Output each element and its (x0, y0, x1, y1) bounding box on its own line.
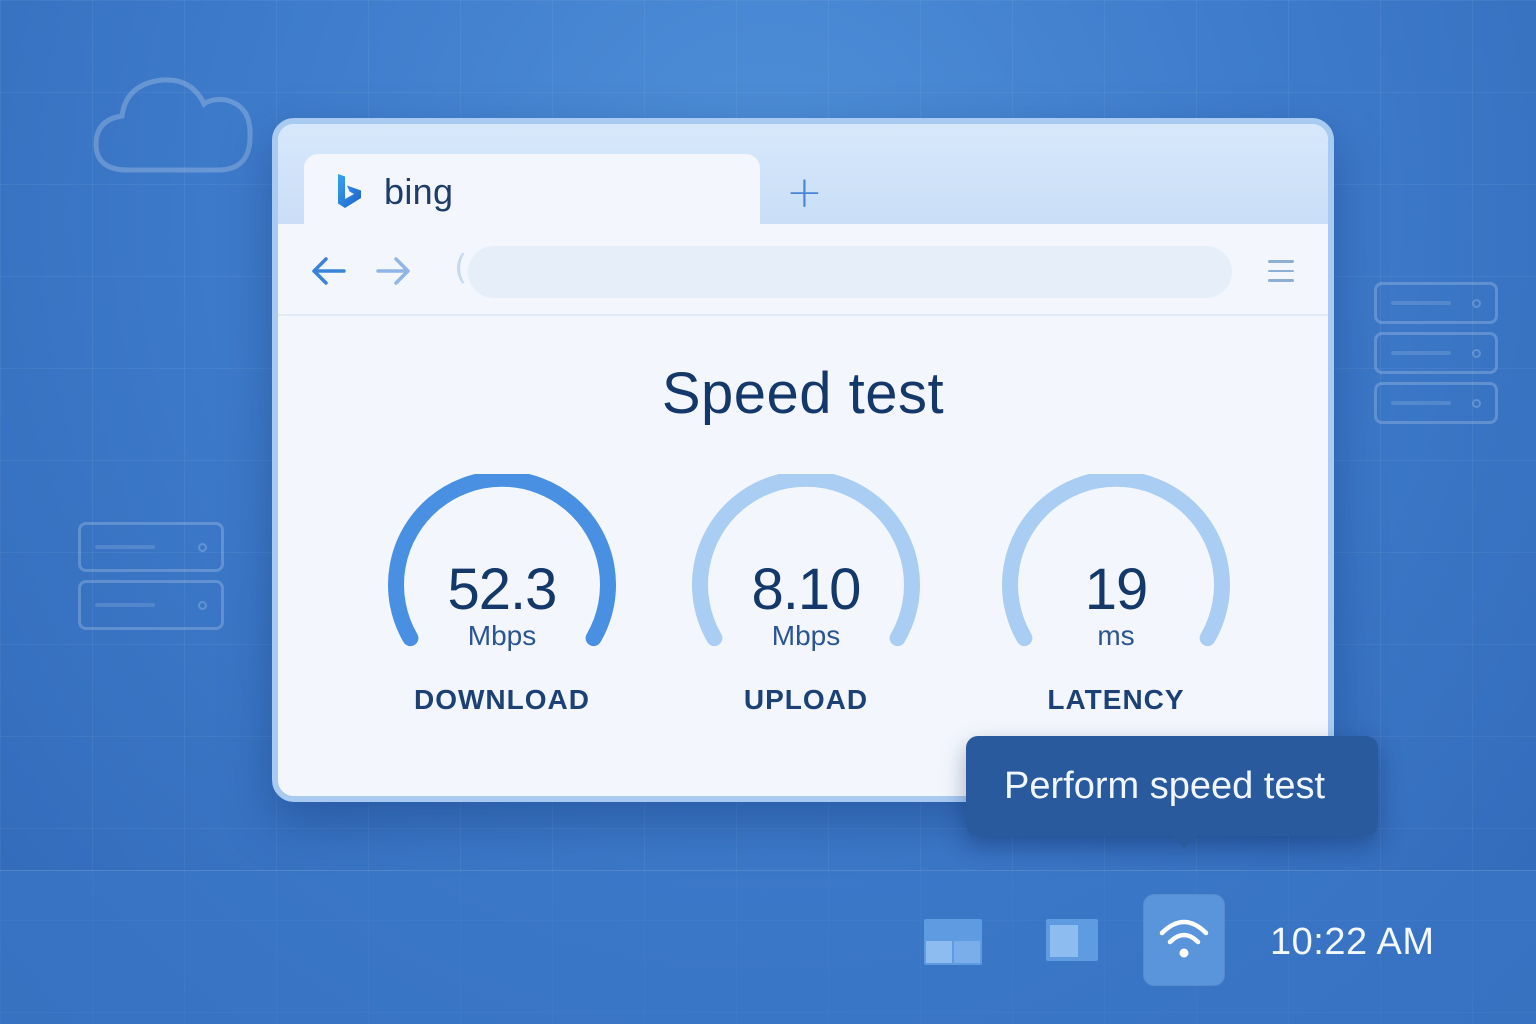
taskbar: 10:22 AM (0, 870, 1536, 1024)
page-title: Speed test (661, 361, 945, 426)
gauge-upload: 8.10 Mbps UPLOAD (686, 474, 926, 734)
wifi-button[interactable] (1144, 895, 1224, 985)
server-icon (1374, 282, 1498, 424)
browser-toolbar: ( (278, 224, 1328, 316)
forward-arrow-icon[interactable] (374, 254, 414, 288)
server-icon (78, 522, 224, 630)
gauge-value: 8.10 (751, 557, 862, 622)
speed-test-tooltip: Perform speed test (966, 736, 1378, 836)
tab-bing[interactable]: bing (304, 154, 760, 230)
address-bar[interactable] (468, 246, 1232, 298)
window-icon[interactable] (1046, 919, 1098, 961)
gauge-unit: Mbps (467, 620, 537, 651)
tab-title: bing (384, 171, 454, 212)
gauge-value: 52.3 (447, 557, 558, 622)
browser-window: bing + ( Speed test 52.3 Mbps DOWNLOAD 8… (272, 118, 1334, 802)
taskbar-clock[interactable]: 10:22 AM (1270, 921, 1435, 964)
gauge-latency: 19 ms LATENCY (996, 474, 1236, 734)
tooltip-arrow (1170, 834, 1198, 848)
cloud-icon (93, 77, 253, 173)
new-tab-button[interactable]: + (786, 171, 823, 215)
back-arrow-icon[interactable] (308, 254, 348, 288)
gauge-label: UPLOAD (743, 684, 869, 715)
gauge-label: DOWNLOAD (414, 684, 590, 715)
widgets-icon[interactable] (924, 919, 982, 965)
gauge-unit: Mbps (771, 620, 841, 651)
address-bar-edge: ( (454, 248, 468, 288)
gauge-download: 52.3 Mbps DOWNLOAD (382, 474, 622, 734)
bing-logo-icon (338, 174, 361, 208)
menu-icon[interactable] (1268, 260, 1294, 284)
gauge-unit: ms (1097, 620, 1135, 651)
wifi-icon (1159, 919, 1209, 958)
page-content: Speed test 52.3 Mbps DOWNLOAD 8.10 Mbps … (278, 316, 1328, 796)
gauge-label: LATENCY (1047, 684, 1185, 715)
gauge-value: 19 (1084, 557, 1149, 622)
tab-strip: bing + (278, 124, 1328, 230)
